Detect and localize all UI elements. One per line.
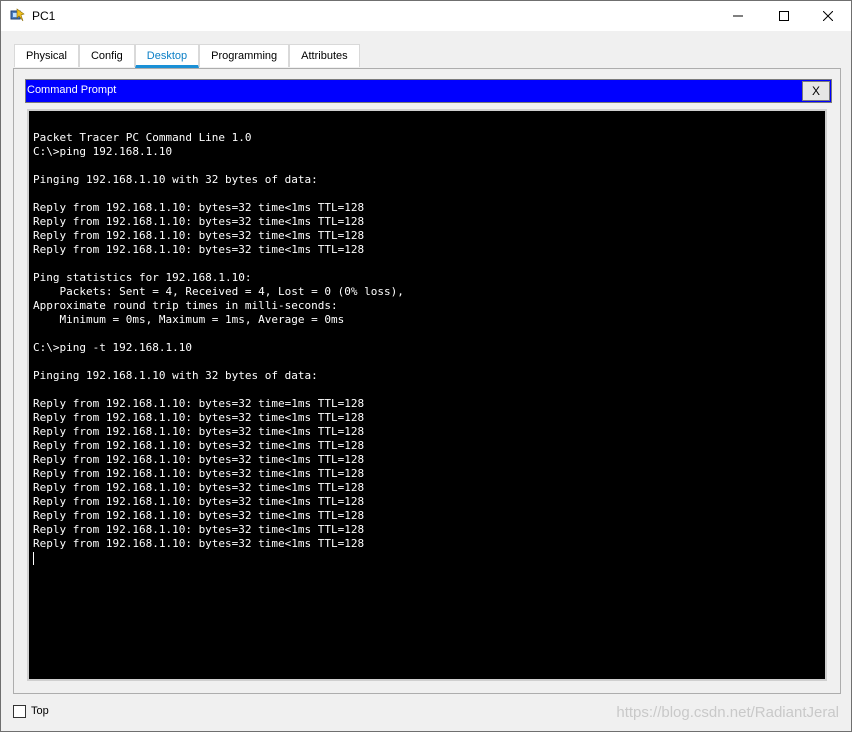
command-prompt-header: Command Prompt X [25,79,832,103]
tab-physical[interactable]: Physical [14,44,79,67]
terminal-line: Reply from 192.168.1.10: bytes=32 time<1… [33,215,365,228]
terminal-line: Reply from 192.168.1.10: bytes=32 time<1… [33,439,365,452]
minimize-icon [733,15,743,17]
tab-attributes[interactable]: Attributes [289,44,360,67]
watermark-text: https://blog.csdn.net/RadiantJeral [616,704,839,721]
terminal-output: Packet Tracer PC Command Line 1.0 C:\>pi… [33,131,404,565]
terminal-line: Reply from 192.168.1.10: bytes=32 time<1… [33,453,365,466]
terminal-line: C:\>ping -t 192.168.1.10 [33,341,192,354]
terminal-line: Pinging 192.168.1.10 with 32 bytes of da… [33,369,318,382]
minimize-button[interactable] [715,1,761,31]
top-checkbox[interactable] [13,705,26,718]
terminal-line: Reply from 192.168.1.10: bytes=32 time<1… [33,425,365,438]
title-bar[interactable]: PC1 [1,1,851,31]
terminal-line: Reply from 192.168.1.10: bytes=32 time<1… [33,537,365,550]
terminal-line: Minimum = 0ms, Maximum = 1ms, Average = … [33,313,345,326]
terminal-line: Reply from 192.168.1.10: bytes=32 time<1… [33,201,365,214]
terminal-line: Reply from 192.168.1.10: bytes=32 time<1… [33,467,365,480]
maximize-button[interactable] [761,1,807,31]
text-cursor [33,551,34,565]
terminal-line: Reply from 192.168.1.10: bytes=32 time<1… [33,509,365,522]
tab-desktop[interactable]: Desktop [134,44,200,68]
tab-programming[interactable]: Programming [199,44,290,67]
maximize-icon [779,11,789,21]
terminal-line: Reply from 192.168.1.10: bytes=32 time=1… [33,397,365,410]
terminal-line: Reply from 192.168.1.10: bytes=32 time<1… [33,411,365,424]
tab-config[interactable]: Config [78,44,135,67]
tab-bar: Physical Config Desktop Programming Attr… [14,44,360,68]
pc1-window: PC1 Physical Config Desktop Programming … [0,0,852,732]
terminal-line: Reply from 192.168.1.10: bytes=32 time<1… [33,523,365,536]
top-checkbox-label: Top [31,705,49,717]
terminal-line: Approximate round trip times in milli-se… [33,299,338,312]
close-icon [823,11,833,21]
terminal-line: Reply from 192.168.1.10: bytes=32 time<1… [33,481,365,494]
terminal-console[interactable]: Packet Tracer PC Command Line 1.0 C:\>pi… [27,109,827,681]
terminal-line: Reply from 192.168.1.10: bytes=32 time<1… [33,495,365,508]
desktop-panel: Command Prompt X Packet Tracer PC Comman… [13,68,841,694]
terminal-line: Packets: Sent = 4, Received = 4, Lost = … [33,285,404,298]
packet-tracer-pc-icon [10,8,25,22]
terminal-line: Ping statistics for 192.168.1.10: [33,271,252,284]
terminal-line: Pinging 192.168.1.10 with 32 bytes of da… [33,173,318,186]
terminal-line: Reply from 192.168.1.10: bytes=32 time<1… [33,243,365,256]
window-title: PC1 [32,9,56,23]
terminal-line: Reply from 192.168.1.10: bytes=32 time<1… [33,229,365,242]
terminal-line: C:\>ping 192.168.1.10 [33,145,173,158]
close-button[interactable] [805,1,851,31]
command-prompt-close-button[interactable]: X [802,81,830,101]
terminal-line: Packet Tracer PC Command Line 1.0 [33,131,252,144]
command-prompt-title: Command Prompt [27,84,117,96]
terminal-lines: Packet Tracer PC Command Line 1.0 C:\>pi… [33,131,404,550]
